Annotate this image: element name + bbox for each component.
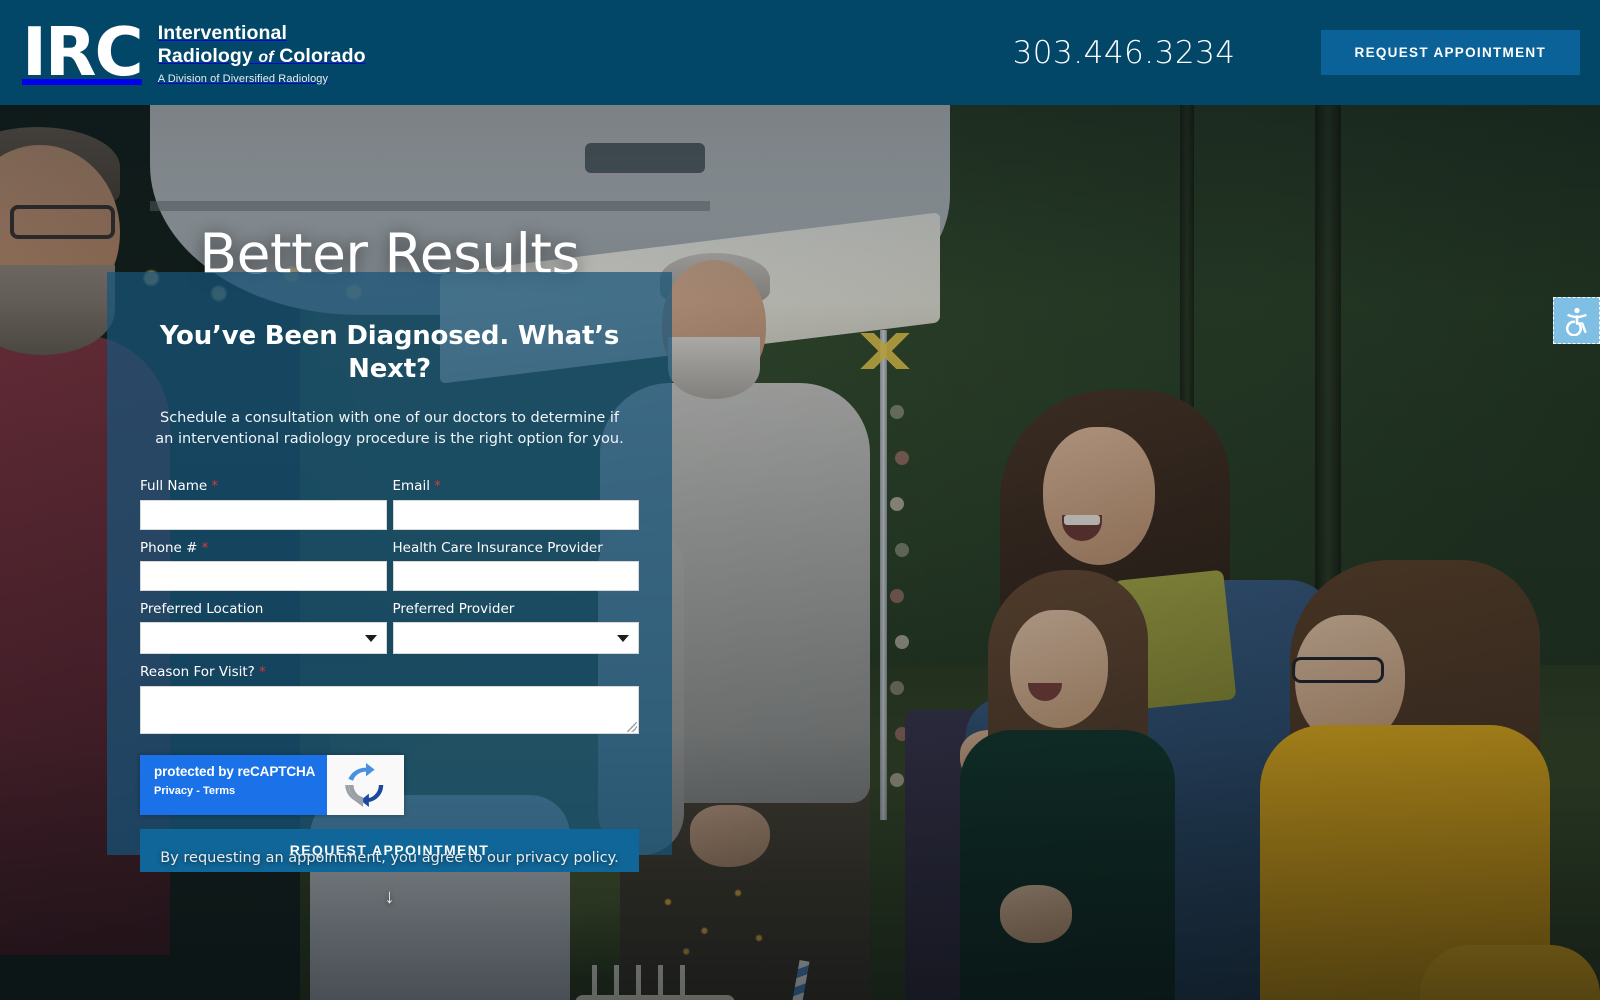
logo-mark-irc: IRC [22,13,144,92]
recaptcha-text-block: protected by reCAPTCHA Privacy - Terms [140,754,327,815]
input-insurance-provider[interactable] [392,560,639,591]
label-email: Email * [393,477,640,496]
logo-tagline: A Division of Diversified Radiology [157,72,329,85]
field-full-name: Full Name * [140,477,387,530]
label-text-phone: Phone # [140,539,198,556]
label-text-email: Email [392,478,430,494]
recaptcha-row: protected by reCAPTCHA Privacy - Terms [140,743,639,815]
site-logo[interactable]: IRC Interventional Radiology of Colorado… [22,13,366,92]
page-root: IRC Interventional Radiology of Colorado… [0,0,1600,1000]
label-preferred-location: Preferred Location [140,600,387,618]
accessibility-icon [1565,307,1587,336]
recaptcha-privacy-link[interactable]: Privacy [154,785,193,797]
label-text-preferred-provider: Preferred Provider [392,601,515,618]
form-subheading: Schedule a consultation with one of our … [155,409,624,448]
input-email[interactable] [392,499,639,530]
header-right-group: 303.446.3234 REQUEST APPOINTMENT [1013,30,1580,75]
recaptcha-links: Privacy - Terms [154,785,327,797]
required-marker-reason-for-visit: * [259,665,266,681]
header-phone-link[interactable]: 303.446.3234 [1013,35,1236,71]
logo-line-2: Radiology of Colorado [158,45,366,68]
textarea-reason-for-visit[interactable] [140,685,639,734]
scroll-down-arrow-icon[interactable]: ↓ [107,887,672,907]
logo-line-2-of: of [258,49,274,66]
label-phone: Phone # * [140,539,387,558]
recaptcha-icon [344,762,383,807]
appointment-form: Full Name * Email * Phone # * Health Car… [140,477,639,872]
field-phone: Phone # * [140,539,387,592]
label-preferred-provider: Preferred Provider [393,600,640,618]
required-marker-phone: * [201,540,209,556]
required-marker-email: * [434,479,441,494]
recaptcha-logo-box [327,754,404,815]
field-preferred-provider: Preferred Provider [392,600,640,655]
logo-wordmark: Interventional Radiology of Colorado A D… [158,20,366,85]
select-preferred-location[interactable] [140,622,387,655]
required-marker-full-name: * [211,479,219,494]
input-phone[interactable] [140,561,387,592]
recaptcha-title: protected by reCAPTCHA [154,763,316,779]
form-heading: You’ve Been Diagnosed. What’s Next? [159,321,620,384]
input-full-name[interactable] [140,499,387,530]
label-insurance-provider: Health Care Insurance Provider [393,539,640,557]
field-preferred-location: Preferred Location [140,600,387,655]
label-text-insurance-provider: Health Care Insurance Provider [392,539,603,556]
logo-line-2-radiology: Radiology [157,45,253,67]
label-full-name: Full Name * [140,477,387,496]
recaptcha-badge[interactable]: protected by reCAPTCHA Privacy - Terms [140,754,404,815]
label-reason-for-visit: Reason For Visit? * [140,663,639,682]
label-text-preferred-location: Preferred Location [140,601,264,618]
privacy-policy-note: By requesting an appointment, you agree … [160,850,619,866]
hero-section: Better Results You’ve Been Diagnosed. Wh… [0,105,1600,1000]
logo-line-2-colorado: Colorado [279,45,366,67]
recaptcha-terms-link[interactable]: Terms [203,785,235,797]
accessibility-widget-button[interactable] [1553,297,1600,344]
recaptcha-separator: - [193,784,203,797]
field-email: Email * [392,477,640,530]
logo-line-1: Interventional [157,22,287,45]
appointment-form-panel: You’ve Been Diagnosed. What’s Next? Sche… [107,272,672,872]
field-reason-for-visit: Reason For Visit? * [140,663,639,734]
field-insurance-provider: Health Care Insurance Provider [392,539,640,592]
label-text-full-name: Full Name [140,478,208,494]
select-preferred-provider[interactable] [392,622,639,655]
label-text-reason-for-visit: Reason For Visit? [140,664,255,681]
site-header: IRC Interventional Radiology of Colorado… [0,0,1600,105]
header-request-appointment-button[interactable]: REQUEST APPOINTMENT [1320,30,1580,75]
